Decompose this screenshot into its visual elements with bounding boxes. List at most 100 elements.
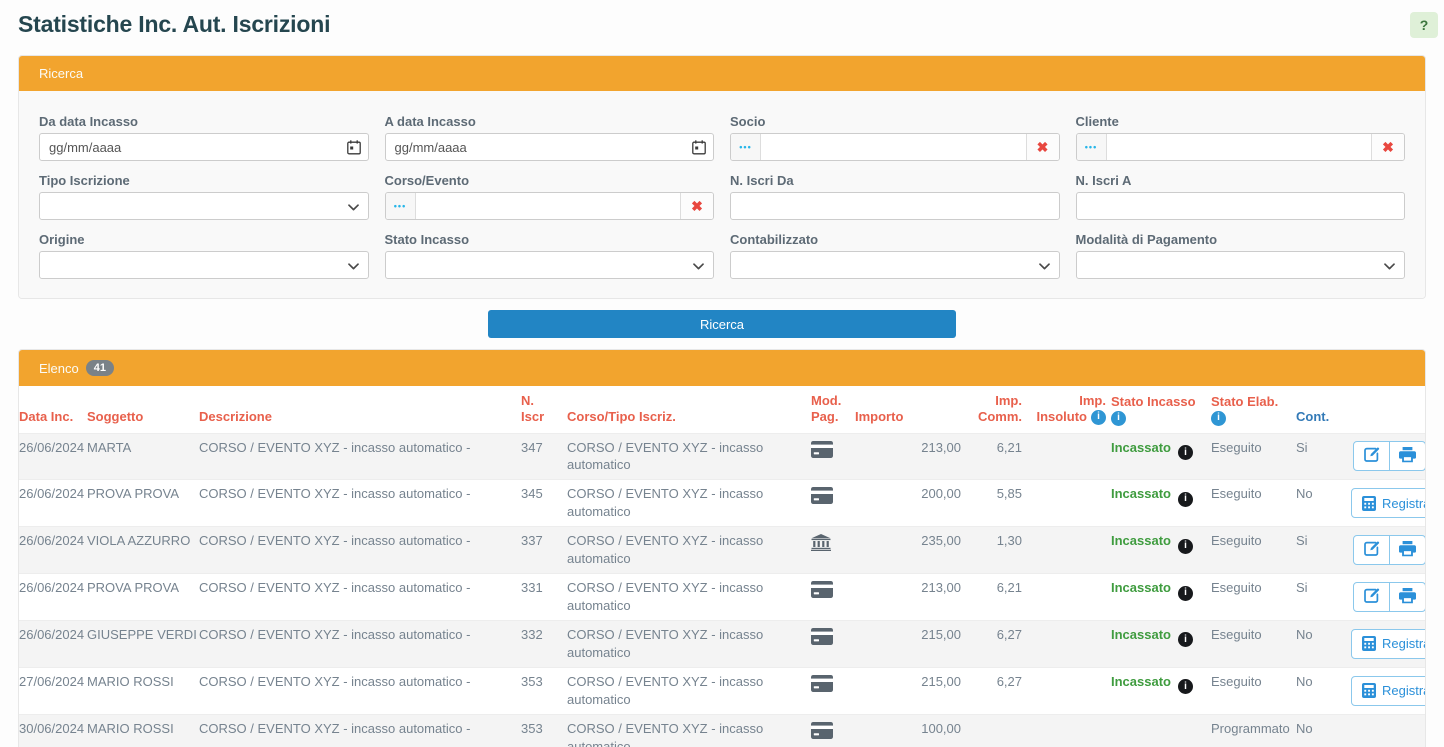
calculator-icon [1362,636,1376,651]
credit-card-icon [811,439,833,458]
descrizione-cell: CORSO / EVENTO XYZ - incasso automatico … [199,621,521,668]
n-iscr-cell: 347 [521,433,567,480]
soggetto-cell: PROVA PROVA [87,480,199,527]
info-icon[interactable]: i [1211,411,1226,426]
chevron-down-icon [693,263,704,270]
descrizione-cell: CORSO / EVENTO XYZ - incasso automatico … [199,667,521,714]
cont-cell: Si [1296,574,1351,621]
actions-cell [1351,714,1426,747]
imp-comm-cell [974,714,1050,747]
modalita-pagamento-select[interactable] [1076,251,1406,279]
soggetto-cell: VIOLA AZZURRO [87,527,199,574]
imp-comm-cell: 5,85 [974,480,1050,527]
corso-tipo-iscriz-cell: CORSO / EVENTO XYZ - incasso automatico [567,480,811,527]
table-row: 30/06/2024MARIO ROSSICORSO / EVENTO XYZ … [19,714,1426,747]
imp-comm-cell: 6,21 [974,574,1050,621]
socio-lookup-dots-button[interactable]: ••• [731,134,761,160]
importo-cell: 215,00 [855,621,974,668]
field-n-iscri-da: N. Iscri Da [730,173,1060,220]
column-header: N.Iscr [521,386,567,433]
a-data-incasso-input[interactable] [385,133,715,161]
calendar-icon[interactable] [347,140,361,155]
stato-elab-cell: Eseguito [1211,480,1296,527]
edit-button[interactable] [1353,535,1390,565]
field-stato-incasso: Stato Incasso [385,232,715,279]
print-button[interactable] [1389,535,1426,565]
info-icon[interactable]: i [1178,679,1193,694]
print-button[interactable] [1389,441,1426,471]
info-icon[interactable]: i [1178,445,1193,460]
actions-cell: Registra [1351,480,1426,527]
mod-pag-cell [811,621,855,668]
stato-incasso-cell [1111,714,1211,747]
registra-button[interactable]: Registra [1351,629,1426,659]
importo-cell: 215,00 [855,667,974,714]
tipo-iscrizione-select[interactable] [39,192,369,220]
info-icon[interactable]: i [1178,539,1193,554]
actions-cell [1351,433,1426,480]
cliente-input[interactable] [1107,134,1372,160]
data-incasso-cell: 26/06/2024 [19,480,87,527]
n-iscri-a-input[interactable] [1076,192,1406,220]
stato-incasso-cell: Incassatoi [1111,527,1211,574]
corso-evento-input[interactable] [416,193,681,219]
socio-input[interactable] [761,134,1026,160]
field-cliente: Cliente ••• ✖ [1076,114,1406,161]
registra-button[interactable]: Registra [1351,676,1426,706]
results-table: Data Inc.SoggettoDescrizioneN.IscrCorso/… [19,386,1426,747]
contabilizzato-label: Contabilizzato [730,232,1060,247]
socio-clear-icon[interactable]: ✖ [1026,134,1059,160]
da-data-incasso-input[interactable] [39,133,369,161]
a-data-incasso-label: A data Incasso [385,114,715,129]
info-icon[interactable]: i [1178,632,1193,647]
registra-label: Registra [1382,496,1426,511]
imp-insoluto-cell [1050,667,1111,714]
edit-button[interactable] [1353,582,1390,612]
registra-label: Registra [1382,683,1426,698]
table-header: Data Inc.SoggettoDescrizioneN.IscrCorso/… [19,386,1426,433]
stato-incasso-cell: Incassatoi [1111,574,1211,621]
corso-evento-clear-icon[interactable]: ✖ [680,193,713,219]
descrizione-cell: CORSO / EVENTO XYZ - incasso automatico … [199,433,521,480]
cliente-lookup-dots-button[interactable]: ••• [1077,134,1107,160]
stato-incasso-label: Stato Incasso [385,232,715,247]
cliente-clear-icon[interactable]: ✖ [1371,134,1404,160]
help-button[interactable]: ? [1410,12,1438,38]
data-incasso-cell: 30/06/2024 [19,714,87,747]
imp-insoluto-cell [1050,574,1111,621]
ricerca-submit-button[interactable]: Ricerca [488,310,956,338]
cont-cell: No [1296,480,1351,527]
imp-insoluto-cell [1050,527,1111,574]
importo-cell: 200,00 [855,480,974,527]
cont-cell: No [1296,667,1351,714]
socio-label: Socio [730,114,1060,129]
table-row: 26/06/2024VIOLA AZZURROCORSO / EVENTO XY… [19,527,1426,574]
modalita-pagamento-label: Modalità di Pagamento [1076,232,1406,247]
calculator-icon [1362,496,1376,511]
contabilizzato-select[interactable] [730,251,1060,279]
n-iscri-a-label: N. Iscri A [1076,173,1406,188]
column-header: Stato Incassoi [1111,386,1211,433]
data-incasso-cell: 27/06/2024 [19,667,87,714]
origine-select[interactable] [39,251,369,279]
descrizione-cell: CORSO / EVENTO XYZ - incasso automatico … [199,480,521,527]
info-icon[interactable]: i [1111,411,1126,426]
edit-button[interactable] [1353,441,1390,471]
column-header: Imp.Insoluto i [1050,386,1111,433]
chevron-down-icon [348,204,359,211]
n-iscr-cell: 331 [521,574,567,621]
corso-evento-lookup-dots-button[interactable]: ••• [386,193,416,219]
stato-incasso-select[interactable] [385,251,715,279]
search-panel: Ricerca Da data Incasso A data Incasso S… [18,55,1426,299]
n-iscri-da-input[interactable] [730,192,1060,220]
info-icon[interactable]: i [1091,410,1106,425]
calendar-icon[interactable] [692,140,706,155]
info-icon[interactable]: i [1178,492,1193,507]
registra-button[interactable]: Registra [1351,488,1426,518]
edit-icon [1363,587,1380,607]
soggetto-cell: MARIO ROSSI [87,714,199,747]
info-icon[interactable]: i [1178,586,1193,601]
calculator-icon [1362,683,1376,698]
stato-elab-cell: Eseguito [1211,621,1296,668]
print-button[interactable] [1389,582,1426,612]
